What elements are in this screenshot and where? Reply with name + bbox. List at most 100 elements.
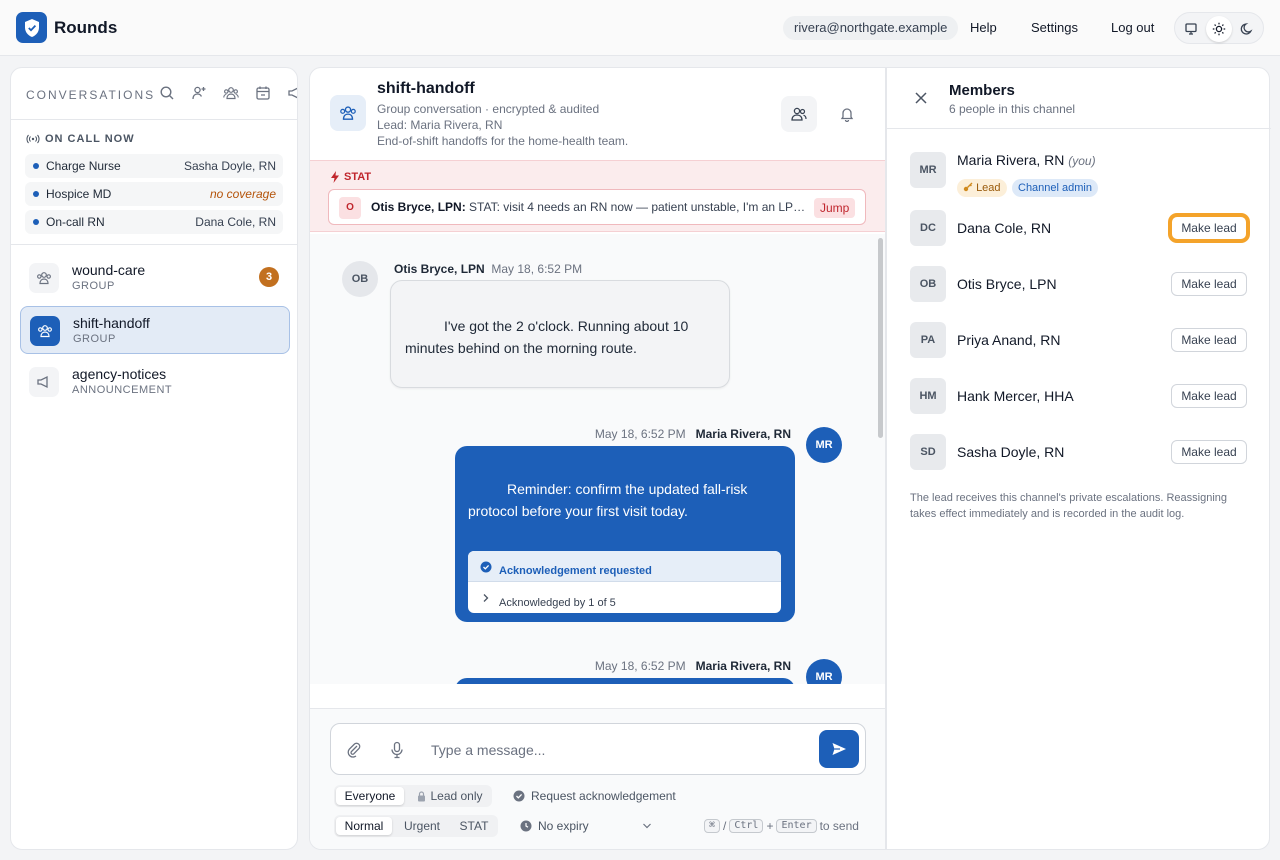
group-icon	[330, 95, 366, 131]
megaphone-icon[interactable]	[287, 85, 297, 101]
request-ack-toggle[interactable]: Request acknowledgement	[513, 789, 676, 803]
member-name: Sasha Doyle, RN	[957, 444, 1065, 460]
member-name: Hank Mercer, HHA	[957, 388, 1074, 404]
conversation-shift-handoff[interactable]: shift-handoff GROUP	[20, 306, 290, 354]
lead-tag: Lead	[957, 179, 1007, 197]
paperclip-icon[interactable]	[346, 741, 362, 759]
lead-only-label: Lead only	[430, 789, 483, 803]
expiry-value: No expiry	[538, 819, 589, 833]
on-call-row[interactable]: Charge Nurse Sasha Doyle, RN	[25, 154, 283, 178]
message-bubble: I've got the 2 o'clock. Running about 10…	[390, 280, 730, 388]
member-name: Maria Rivera, RN (you)	[957, 152, 1096, 168]
conversation-agency-notices[interactable]: agency-notices ANNOUNCEMENT	[20, 358, 290, 406]
priority-toggle: Normal Urgent STAT	[334, 815, 498, 837]
message-meta: Otis Bryce, LPN May 18, 6:52 PM	[394, 262, 582, 276]
ack-count: Acknowledged by 1 of 5	[499, 597, 616, 609]
conversation-wound-care[interactable]: wound-care GROUP 3	[20, 254, 290, 302]
acknowledgement-card: Acknowledgement requested Acknowledged b…	[468, 551, 781, 613]
settings-link[interactable]: Settings	[1031, 20, 1078, 35]
lock-icon	[418, 790, 426, 801]
microphone-icon[interactable]	[390, 741, 404, 759]
member-row: DC Dana Cole, RN Make lead	[910, 210, 1254, 246]
priority-normal[interactable]: Normal	[336, 817, 392, 835]
chat-panel: shift-handoff Group conversation · encry…	[309, 67, 886, 850]
ctrl-key: Ctrl	[729, 819, 764, 833]
audience-lead-only[interactable]: Lead only	[410, 787, 490, 805]
conversations-title: CONVERSATIONS	[26, 88, 156, 102]
member-name: Priya Anand, RN	[957, 332, 1061, 348]
lightning-icon	[331, 171, 339, 183]
member-name: Dana Cole, RN	[957, 220, 1052, 236]
shield-icon[interactable]	[16, 12, 47, 43]
moon-icon[interactable]	[1234, 16, 1260, 42]
send-icon	[832, 743, 846, 755]
message-composer: Everyone Lead only Request acknowledgeme…	[310, 708, 885, 849]
conversation-type: GROUP	[72, 280, 115, 292]
members-count: 6 people in this channel	[949, 102, 1076, 116]
status-dot	[33, 219, 39, 225]
close-icon[interactable]	[913, 90, 929, 106]
audience-toggle: Everyone Lead only	[334, 785, 492, 807]
megaphone-icon	[29, 367, 59, 397]
conversation-name: wound-care	[72, 262, 146, 278]
monitor-icon[interactable]	[1178, 16, 1204, 42]
make-lead-button[interactable]: Make lead	[1171, 384, 1247, 408]
make-lead-button[interactable]: Make lead	[1171, 328, 1247, 352]
people-icon	[791, 107, 807, 121]
avatar: O	[339, 197, 361, 219]
bell-icon[interactable]	[829, 96, 865, 132]
divider	[11, 119, 297, 120]
stat-label-text: STAT	[344, 171, 372, 183]
message-input[interactable]	[431, 738, 811, 762]
priority-urgent[interactable]: Urgent	[394, 817, 450, 835]
avatar[interactable]: OB	[342, 261, 378, 297]
composer-box	[330, 723, 866, 775]
channel-admin-tag: Channel admin	[1012, 179, 1098, 197]
make-lead-button[interactable]: Make lead	[1171, 216, 1247, 240]
audience-everyone[interactable]: Everyone	[336, 787, 404, 805]
expiry-select[interactable]: No expiry	[520, 819, 654, 833]
shortcut-separator: /	[723, 819, 727, 833]
priority-stat[interactable]: STAT	[452, 817, 496, 835]
on-call-row[interactable]: On-call RN Dana Cole, RN	[25, 210, 283, 234]
message-sender: Otis Bryce, LPN	[394, 262, 485, 276]
on-call-title: ON CALL NOW	[26, 133, 135, 145]
member-row: HM Hank Mercer, HHA Make lead	[910, 378, 1254, 414]
avatar[interactable]: MR	[806, 659, 842, 684]
message-list[interactable]: OB Otis Bryce, LPN May 18, 6:52 PM I've …	[310, 234, 885, 684]
unread-badge: 3	[259, 267, 279, 287]
make-lead-button[interactable]: Make lead	[1171, 272, 1247, 296]
member-row: SD Sasha Doyle, RN Make lead	[910, 434, 1254, 470]
divider	[887, 128, 1271, 129]
stat-alert[interactable]: O Otis Bryce, LPN: STAT: visit 4 needs a…	[328, 189, 866, 225]
search-icon[interactable]	[159, 85, 175, 101]
request-ack-label: Request acknowledgement	[531, 789, 676, 803]
chevron-down-icon	[643, 823, 651, 829]
clock-icon	[520, 820, 532, 832]
members-button[interactable]	[781, 96, 817, 132]
scrollbar[interactable]	[878, 238, 883, 438]
send-button[interactable]	[819, 730, 859, 768]
cmd-key: ⌘	[704, 819, 721, 833]
avatar[interactable]: MR	[806, 427, 842, 463]
jump-button[interactable]: Jump	[814, 198, 856, 218]
make-lead-button[interactable]: Make lead	[1171, 440, 1247, 464]
calendar-icon[interactable]	[255, 85, 271, 101]
on-call-role: Hospice MD	[46, 187, 112, 201]
ack-count-toggle[interactable]: Acknowledged by 1 of 5	[468, 582, 781, 613]
you-label: (you)	[1068, 154, 1096, 168]
sun-icon[interactable]	[1206, 16, 1232, 42]
member-name-text: Maria Rivera, RN	[957, 152, 1065, 168]
avatar: HM	[910, 378, 946, 414]
stat-sender: Otis Bryce, LPN:	[371, 200, 466, 214]
on-call-label: ON CALL NOW	[45, 133, 135, 145]
logout-link[interactable]: Log out	[1111, 20, 1154, 35]
conversation-type: GROUP	[73, 333, 116, 345]
on-call-row[interactable]: Hospice MD no coverage	[25, 182, 283, 206]
group-icon[interactable]	[223, 85, 239, 101]
conversation-name: shift-handoff	[73, 315, 150, 331]
avatar: MR	[910, 152, 946, 188]
add-person-icon[interactable]	[191, 85, 207, 101]
help-link[interactable]: Help	[970, 20, 997, 35]
members-title: Members	[949, 82, 1015, 99]
